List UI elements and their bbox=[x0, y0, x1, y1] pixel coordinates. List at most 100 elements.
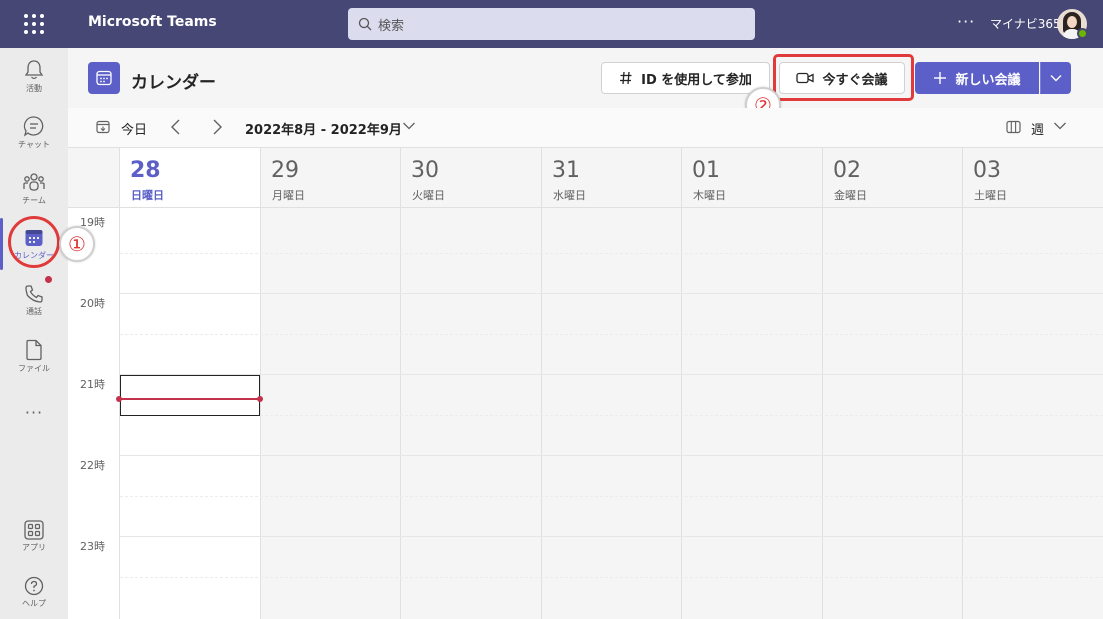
day-header[interactable]: 01 木曜日 bbox=[682, 148, 823, 208]
day-column[interactable] bbox=[823, 208, 963, 619]
page-title: カレンダー bbox=[131, 73, 216, 93]
half-hour-line bbox=[120, 577, 1103, 578]
hour-line bbox=[120, 293, 1103, 294]
week-view-icon[interactable] bbox=[1006, 120, 1021, 134]
hour-label: 21時 bbox=[80, 378, 105, 391]
day-number: 30 bbox=[411, 158, 439, 183]
notification-dot bbox=[45, 276, 52, 283]
rail-item-calls[interactable]: 通話 bbox=[0, 274, 68, 326]
chevron-down-icon[interactable] bbox=[1053, 121, 1067, 131]
file-icon bbox=[26, 339, 42, 360]
day-header[interactable]: 31 水曜日 bbox=[542, 148, 682, 208]
day-header[interactable]: 02 金曜日 bbox=[823, 148, 963, 208]
chat-icon bbox=[23, 115, 44, 136]
day-number: 31 bbox=[552, 158, 580, 183]
grid-corner bbox=[68, 148, 120, 208]
annotation-highlight-box bbox=[773, 54, 914, 101]
day-name: 水曜日 bbox=[553, 189, 586, 202]
hour-label: 20時 bbox=[80, 297, 105, 310]
bell-icon bbox=[24, 59, 44, 79]
org-name[interactable]: マイナビ365 bbox=[990, 15, 1061, 32]
rail-item-label: 活動 bbox=[26, 83, 42, 93]
search-icon bbox=[358, 17, 372, 31]
day-name: 金曜日 bbox=[834, 189, 867, 202]
join-with-id-label: ID を使用して参加 bbox=[641, 72, 752, 88]
day-number: 01 bbox=[692, 158, 720, 183]
hour-label: 23時 bbox=[80, 540, 105, 553]
today-button[interactable]: 今日 bbox=[121, 119, 147, 138]
today-icon[interactable] bbox=[96, 120, 110, 134]
more-icon: ··· bbox=[24, 402, 44, 422]
hour-label: 22時 bbox=[80, 459, 105, 472]
presence-available-icon bbox=[1077, 28, 1088, 39]
hour-line bbox=[120, 536, 1103, 537]
day-name: 土曜日 bbox=[974, 189, 1007, 202]
selected-time-slot[interactable] bbox=[120, 375, 260, 416]
rail-item-label: チーム bbox=[22, 195, 46, 205]
day-column[interactable] bbox=[682, 208, 823, 619]
plus-icon bbox=[934, 72, 947, 84]
new-meeting-dropdown-button[interactable] bbox=[1040, 62, 1071, 94]
day-number: 02 bbox=[833, 158, 861, 183]
search-placeholder: 検索 bbox=[378, 18, 405, 34]
day-header[interactable]: 03 土曜日 bbox=[963, 148, 1103, 208]
day-column[interactable] bbox=[963, 208, 1103, 619]
half-hour-line bbox=[120, 334, 1103, 335]
apps-icon bbox=[24, 519, 44, 540]
chevron-down-icon[interactable] bbox=[402, 121, 416, 131]
calendar-app-icon bbox=[88, 62, 120, 94]
current-time-indicator bbox=[119, 398, 261, 400]
rail-item-label: アプリ bbox=[22, 542, 46, 552]
day-name: 木曜日 bbox=[693, 189, 726, 202]
half-hour-line bbox=[120, 496, 1103, 497]
day-header[interactable]: 29 月曜日 bbox=[261, 148, 401, 208]
hash-icon bbox=[620, 71, 632, 85]
rail-item-more[interactable]: ··· bbox=[0, 386, 68, 438]
rail-item-teams[interactable]: チーム bbox=[0, 162, 68, 214]
rail-item-label: チャット bbox=[18, 139, 50, 149]
hour-line bbox=[120, 455, 1103, 456]
day-name: 火曜日 bbox=[412, 189, 445, 202]
rail-item-chat[interactable]: チャット bbox=[0, 106, 68, 158]
date-range-picker[interactable]: 2022年8月 - 2022年9月 bbox=[245, 119, 402, 138]
rail-item-help[interactable]: ヘルプ bbox=[0, 566, 68, 618]
half-hour-line bbox=[120, 415, 1103, 416]
day-column[interactable] bbox=[401, 208, 542, 619]
help-icon bbox=[24, 576, 44, 595]
annotation-step-1: ① bbox=[59, 226, 95, 262]
rail-item-label: ファイル bbox=[18, 363, 50, 373]
rail-item-files[interactable]: ファイル bbox=[0, 330, 68, 382]
search-input[interactable]: 検索 bbox=[348, 8, 755, 40]
teams-icon bbox=[23, 172, 45, 191]
day-column[interactable] bbox=[261, 208, 401, 619]
phone-icon bbox=[25, 284, 43, 303]
rail-item-apps[interactable]: アプリ bbox=[0, 510, 68, 562]
day-column[interactable] bbox=[542, 208, 682, 619]
day-header[interactable]: 30 火曜日 bbox=[401, 148, 542, 208]
chevron-left-icon[interactable] bbox=[169, 118, 183, 136]
view-switcher[interactable]: 週 bbox=[1031, 119, 1044, 138]
new-meeting-label: 新しい会議 bbox=[955, 72, 1021, 88]
hour-line bbox=[120, 374, 1103, 375]
day-header[interactable]: 28 日曜日 bbox=[120, 148, 261, 208]
rail-item-label: ヘルプ bbox=[22, 598, 46, 608]
join-with-id-button[interactable]: ID を使用して参加 bbox=[601, 62, 770, 94]
settings-more-icon[interactable]: ··· bbox=[957, 12, 975, 31]
day-number: 03 bbox=[973, 158, 1001, 183]
chevron-down-icon bbox=[1050, 75, 1061, 82]
half-hour-line bbox=[120, 253, 1103, 254]
rail-item-activity[interactable]: 活動 bbox=[0, 50, 68, 102]
current-time-dot bbox=[116, 396, 122, 402]
day-name: 月曜日 bbox=[272, 189, 305, 202]
chevron-right-icon[interactable] bbox=[210, 118, 224, 136]
app-title: Microsoft Teams bbox=[88, 14, 217, 30]
annotation-circle bbox=[8, 216, 60, 268]
rail-item-label: 通話 bbox=[26, 306, 42, 316]
app-launcher-icon[interactable] bbox=[22, 12, 46, 36]
day-number: 29 bbox=[271, 158, 299, 183]
day-number: 28 bbox=[130, 158, 161, 183]
day-name: 日曜日 bbox=[131, 189, 164, 202]
current-time-dot bbox=[257, 396, 263, 402]
new-meeting-button[interactable]: 新しい会議 bbox=[915, 62, 1039, 94]
time-column: 19時 20時 21時 22時 23時 bbox=[68, 208, 120, 619]
